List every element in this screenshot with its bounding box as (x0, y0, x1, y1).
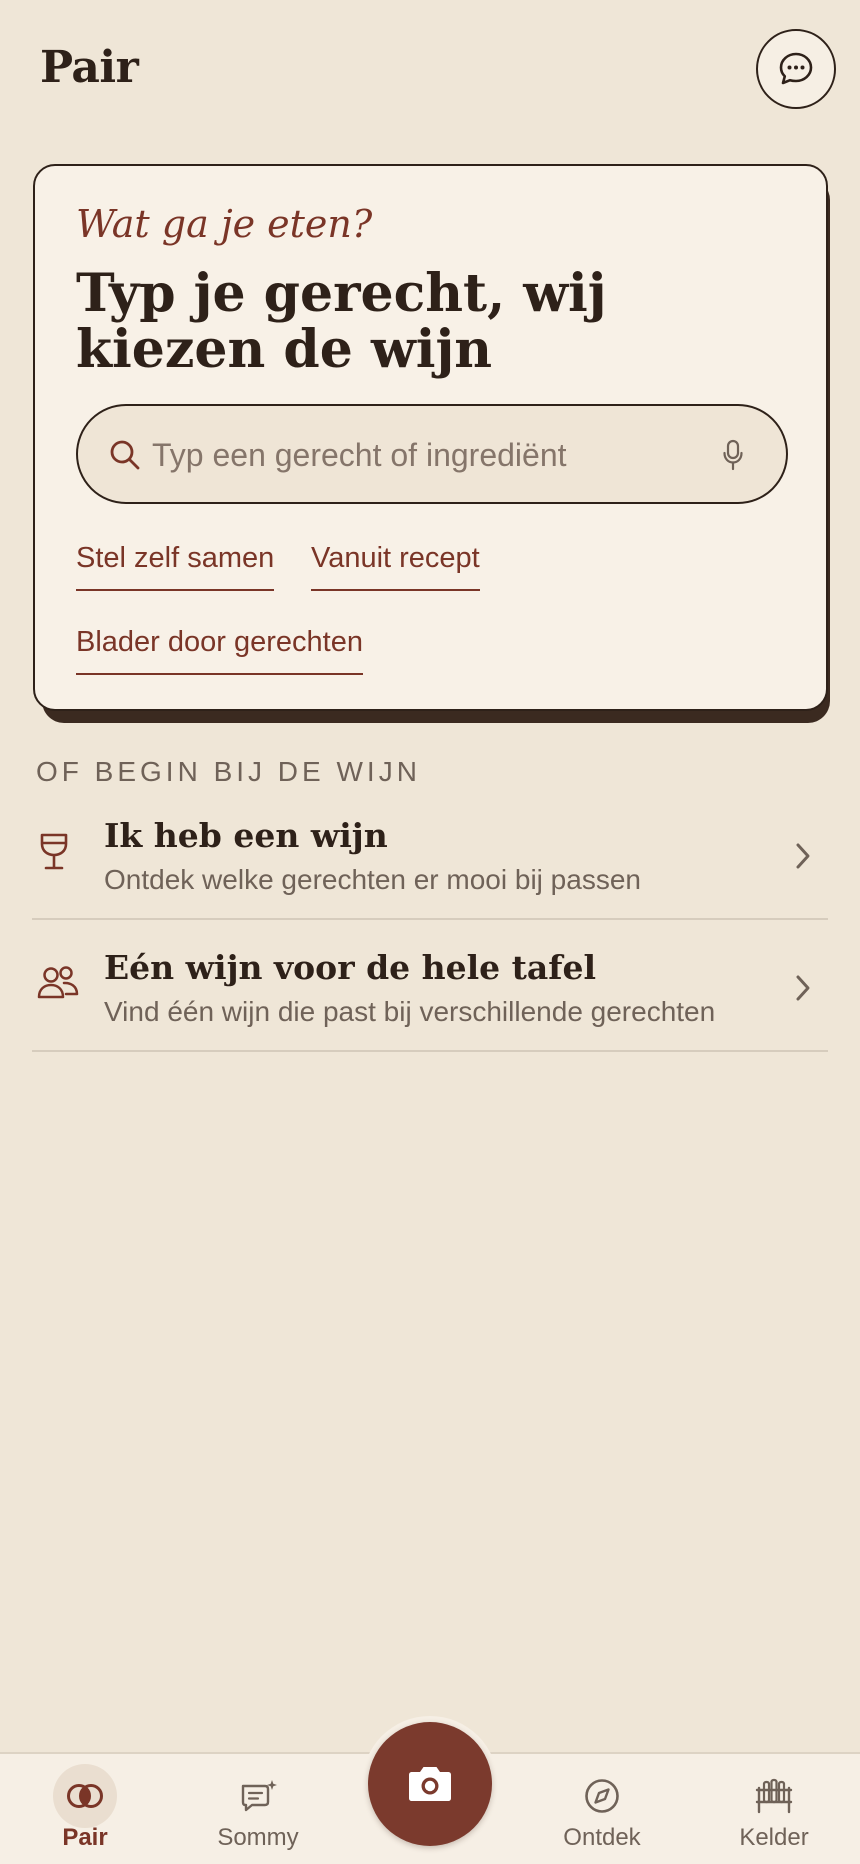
list-item-title: Ik heb een wijn (104, 816, 388, 855)
chat-bubble-icon (779, 52, 813, 85)
nav-icon-bg (226, 1764, 290, 1828)
nav-icon-bg (742, 1764, 806, 1828)
dish-search-card: Wat ga je eten? Typ je gerecht, wij kiez… (33, 164, 828, 711)
card-title: Typ je gerecht, wij kiezen de wijn (76, 263, 607, 380)
microphone-icon[interactable] (722, 439, 744, 471)
page-title: Pair (40, 42, 139, 93)
nav-item-ontdek[interactable]: Ontdek (527, 1754, 677, 1864)
people-icon (37, 966, 79, 999)
search-icon (110, 440, 140, 470)
search-input[interactable] (152, 426, 692, 484)
wine-glass-icon (40, 833, 68, 870)
nav-label: Pair (62, 1824, 108, 1851)
nav-label: Kelder (739, 1824, 809, 1851)
list-item-one-wine-table[interactable]: Eén wijn voor de hele tafel Vind één wij… (32, 924, 828, 1052)
nav-item-kelder[interactable]: Kelder (699, 1754, 849, 1864)
compass-icon (585, 1779, 619, 1813)
camera-icon (409, 1767, 451, 1801)
chevron-right-icon (796, 843, 810, 869)
list-item-subtitle: Vind één wijn die past bij verschillende… (104, 996, 716, 1027)
search-box[interactable] (76, 404, 788, 504)
browse-dishes-link[interactable]: Blader door gerechten (76, 626, 363, 675)
card-kicker: Wat ga je eten? (76, 202, 373, 246)
nav-label: Sommy (217, 1824, 299, 1851)
pair-rings-icon (67, 1784, 103, 1808)
app-header: Pair (0, 0, 860, 140)
wine-rack-icon (755, 1778, 793, 1814)
chat-button[interactable] (756, 29, 836, 109)
nav-icon-bg (53, 1764, 117, 1828)
compose-yourself-link[interactable]: Stel zelf samen (76, 542, 275, 591)
nav-label: Ontdek (563, 1824, 641, 1851)
chat-sparkle-icon (241, 1780, 277, 1812)
section-label: OF BEGIN BIJ DE WIJN (36, 756, 421, 787)
from-recipe-link[interactable]: Vanuit recept (311, 542, 480, 591)
camera-button[interactable] (368, 1722, 492, 1846)
nav-item-pair[interactable]: Pair (10, 1754, 160, 1864)
chevron-right-icon (796, 975, 810, 1001)
nav-icon-bg (570, 1764, 634, 1828)
list-item-subtitle: Ontdek welke gerechten er mooi bij passe… (104, 864, 641, 895)
list-item-title: Eén wijn voor de hele tafel (104, 948, 596, 987)
list-item-have-wine[interactable]: Ik heb een wijn Ontdek welke gerechten e… (32, 792, 828, 920)
nav-item-sommy[interactable]: Sommy (183, 1754, 333, 1864)
